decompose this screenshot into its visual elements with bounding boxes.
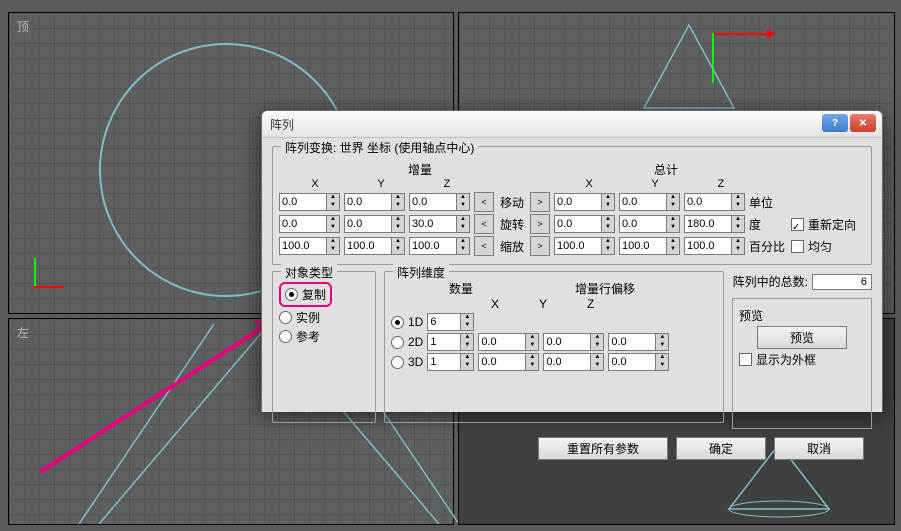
- row-scale: ▲▼ ▲▼ ▲▼ < 缩放 > ▲▼ ▲▼ ▲▼ 百分比 均匀: [279, 236, 865, 256]
- scale-inc-x[interactable]: ▲▼: [279, 237, 340, 255]
- unit-label: 度: [749, 216, 787, 233]
- preview-button[interactable]: 预览: [757, 326, 847, 349]
- move-inc-z[interactable]: ▲▼: [409, 193, 470, 211]
- axis-gizmo: [24, 248, 74, 298]
- lock-right-icon[interactable]: >: [530, 192, 550, 212]
- row-rotate: ▲▼ ▲▼ ▲▼ < 旋转 > ▲▼ ▲▼ ▲▼ 度 重新定向: [279, 214, 865, 234]
- scale-inc-z[interactable]: ▲▼: [409, 237, 470, 255]
- axis-y: Y: [367, 178, 395, 190]
- radio-1d[interactable]: 1D: [391, 315, 423, 329]
- offset-3d-x[interactable]: ▲▼: [478, 353, 539, 371]
- offset-3d-z[interactable]: ▲▼: [608, 353, 669, 371]
- lock-right-icon[interactable]: >: [530, 236, 550, 256]
- dialog-titlebar[interactable]: 阵列 ? ✕: [262, 111, 882, 138]
- scale-tot-z[interactable]: ▲▼: [684, 237, 745, 255]
- rotate-inc-y[interactable]: ▲▼: [344, 215, 405, 233]
- group-dimensions: 阵列维度 数量 增量行偏移 X Y Z 1D ▲▼ 2D ▲▼ ▲▼: [384, 271, 724, 423]
- offset-2d-z[interactable]: ▲▼: [608, 333, 669, 351]
- axis-x: X: [575, 178, 603, 190]
- group-label: 阵列维度: [393, 264, 449, 281]
- group-label: 阵列变换: 世界 坐标 (使用轴点中心): [281, 139, 478, 156]
- rotate-inc-z[interactable]: ▲▼: [409, 215, 470, 233]
- row-move: ▲▼ ▲▼ ▲▼ < 移动 > ▲▼ ▲▼ ▲▼ 单位: [279, 192, 865, 212]
- axis-z: Z: [433, 178, 461, 190]
- group-preview: 预览 预览 显示为外框: [732, 298, 872, 429]
- row-label-scale: 缩放: [498, 238, 526, 255]
- axis-x: X: [491, 297, 499, 311]
- cancel-button[interactable]: 取消: [774, 437, 864, 460]
- axis-z: Z: [707, 178, 735, 190]
- ok-button[interactable]: 确定: [676, 437, 766, 460]
- count-1d[interactable]: ▲▼: [427, 313, 474, 331]
- radio-instance[interactable]: 实例: [279, 309, 320, 326]
- radio-reference[interactable]: 参考: [279, 328, 320, 345]
- help-button[interactable]: ?: [822, 114, 848, 132]
- viewport-label: 顶: [17, 18, 29, 35]
- total-label: 阵列中的总数:: [733, 273, 808, 290]
- dialog-title: 阵列: [270, 116, 294, 133]
- scene-cone: [639, 23, 739, 113]
- axis-z: Z: [587, 297, 594, 311]
- axis-x: X: [301, 178, 329, 190]
- header-increment: 增量: [331, 161, 509, 178]
- reorient-checkbox[interactable]: 重新定向: [791, 216, 856, 233]
- row-label-move: 移动: [498, 194, 526, 211]
- scale-inc-y[interactable]: ▲▼: [344, 237, 405, 255]
- move-tot-y[interactable]: ▲▼: [619, 193, 680, 211]
- group-label: 对象类型: [281, 264, 337, 281]
- radio-copy[interactable]: 复制: [285, 286, 326, 303]
- move-inc-x[interactable]: ▲▼: [279, 193, 340, 211]
- lock-left-icon[interactable]: <: [474, 236, 494, 256]
- offset-3d-y[interactable]: ▲▼: [543, 353, 604, 371]
- header-total: 总计: [577, 161, 755, 178]
- rotate-tot-x[interactable]: ▲▼: [554, 215, 615, 233]
- group-label: 预览: [739, 307, 865, 324]
- header-count: 数量: [433, 280, 489, 297]
- uniform-checkbox[interactable]: 均匀: [791, 238, 832, 255]
- rotate-tot-y[interactable]: ▲▼: [619, 215, 680, 233]
- scale-tot-x[interactable]: ▲▼: [554, 237, 615, 255]
- array-dialog: 阵列 ? ✕ 阵列变换: 世界 坐标 (使用轴点中心) 增量 总计 X Y Z …: [261, 110, 883, 412]
- axis-y: Y: [641, 178, 669, 190]
- axis-y: Y: [539, 297, 547, 311]
- show-brackets-checkbox[interactable]: 显示为外框: [739, 351, 816, 368]
- count-2d[interactable]: ▲▼: [427, 333, 474, 351]
- radio-2d[interactable]: 2D: [391, 335, 423, 349]
- group-object-type: 对象类型 复制 实例 参考: [272, 271, 376, 423]
- radio-3d[interactable]: 3D: [391, 355, 423, 369]
- scale-tot-y[interactable]: ▲▼: [619, 237, 680, 255]
- offset-2d-y[interactable]: ▲▼: [543, 333, 604, 351]
- lock-right-icon[interactable]: >: [530, 214, 550, 234]
- rotate-inc-x[interactable]: ▲▼: [279, 215, 340, 233]
- reset-button[interactable]: 重置所有参数: [538, 437, 668, 460]
- move-tot-z[interactable]: ▲▼: [684, 193, 745, 211]
- viewport-label: 左: [17, 324, 29, 341]
- unit-label: 百分比: [749, 238, 787, 255]
- group-array-transform: 阵列变换: 世界 坐标 (使用轴点中心) 增量 总计 X Y Z X Y Z ▲…: [272, 146, 872, 265]
- row-label-rotate: 旋转: [498, 216, 526, 233]
- lock-left-icon[interactable]: <: [474, 192, 494, 212]
- header-offset: 增量行偏移: [493, 280, 717, 297]
- rotate-tot-z[interactable]: ▲▼: [684, 215, 745, 233]
- move-tot-x[interactable]: ▲▼: [554, 193, 615, 211]
- move-inc-y[interactable]: ▲▼: [344, 193, 405, 211]
- total-value: 6: [812, 274, 872, 290]
- close-button[interactable]: ✕: [850, 114, 876, 132]
- offset-2d-x[interactable]: ▲▼: [478, 333, 539, 351]
- lock-left-icon[interactable]: <: [474, 214, 494, 234]
- count-3d[interactable]: ▲▼: [427, 353, 474, 371]
- unit-label: 单位: [749, 194, 787, 211]
